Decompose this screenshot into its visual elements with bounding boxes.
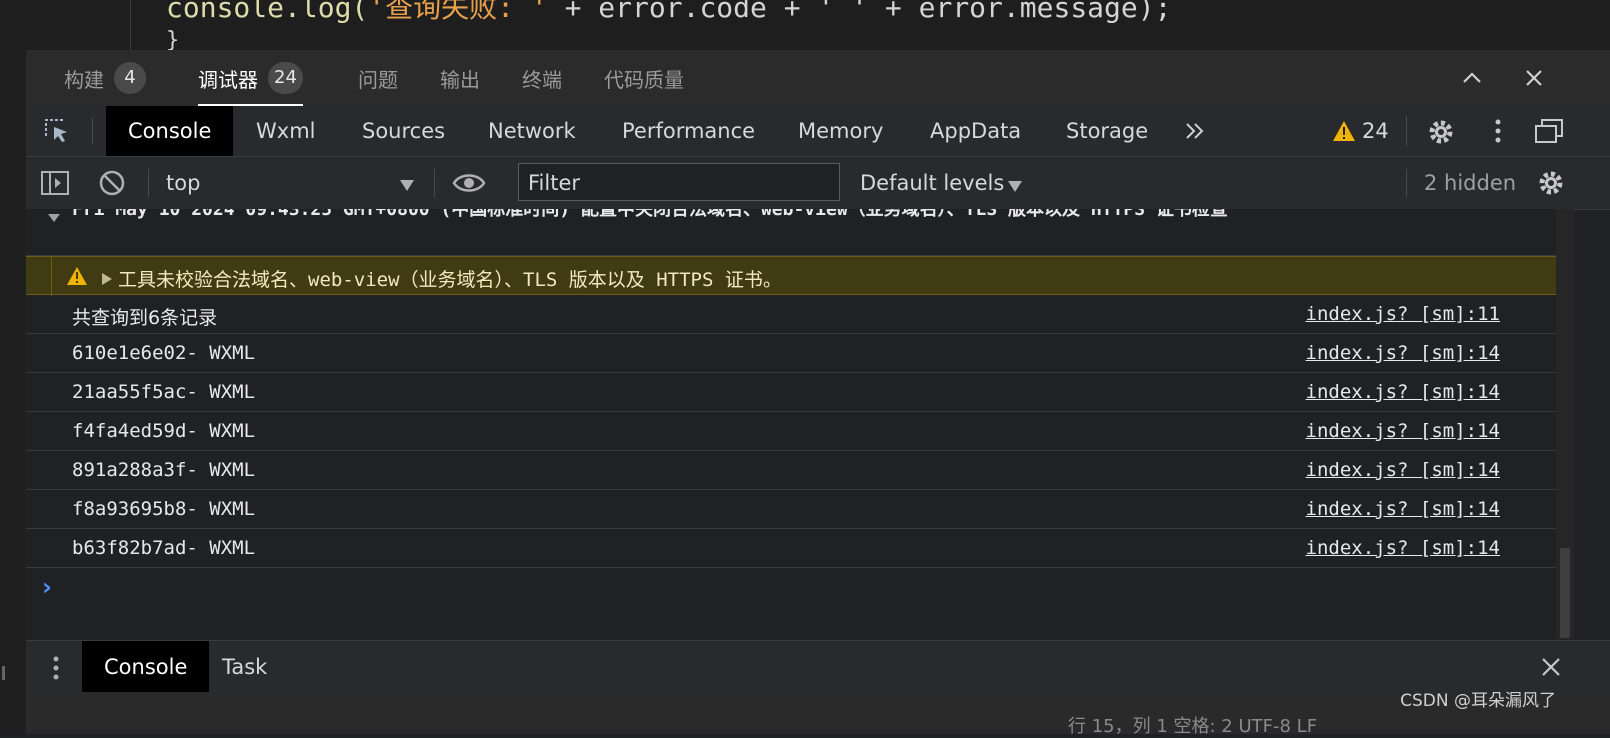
panel-tab-bar: 构建 4 调试器 24 问题 输出 终端 代码质量 — [26, 50, 1610, 106]
close-drawer-icon[interactable] — [1540, 656, 1562, 678]
list-item: f8a93695b8- WXML index.js? [sm]:14 — [26, 490, 1556, 529]
code-rest: + error.code + ' ' + error.message); — [547, 0, 1172, 24]
caret-down-icon[interactable] — [48, 209, 60, 222]
code-editor-strip: console.log('查询失败: ' + error.code + ' ' … — [26, 0, 1610, 50]
status-bar — [26, 692, 1610, 734]
group-header-text: Fri May 10 2024 09:43:25 GMT+0800 (中国标准时… — [72, 209, 1228, 220]
log-text: 21aa55f5ac- WXML — [72, 381, 256, 403]
close-panel-icon[interactable] — [1520, 64, 1548, 92]
source-link[interactable]: index.js? [sm]:14 — [1306, 381, 1500, 403]
log-text: f8a93695b8- WXML — [72, 498, 256, 520]
console-warning-row[interactable]: 工具未校验合法域名、web-view（业务域名）、TLS 版本以及 HTTPS … — [26, 256, 1556, 296]
gutter-marker — [2, 666, 5, 680]
tab-appdata[interactable]: AppData — [908, 106, 1043, 156]
source-link[interactable]: index.js? [sm]:14 — [1306, 342, 1500, 364]
tab-console[interactable]: Console — [106, 106, 234, 156]
left-gutter — [0, 0, 26, 734]
tab-label: 输出 — [440, 67, 480, 92]
watermark: CSDN @耳朵漏风了 — [1400, 691, 1556, 711]
tab-output[interactable]: 输出 — [440, 50, 480, 106]
tab-code-quality[interactable]: 代码质量 — [604, 50, 684, 106]
log-text: 610e1e6e02- WXML — [72, 342, 256, 364]
kebab-menu-icon[interactable] — [1488, 116, 1508, 146]
caret-down-icon[interactable] — [400, 177, 414, 191]
gear-icon[interactable] — [1426, 117, 1456, 147]
status-fragment: 行 15，列 1 空格: 2 UTF-8 LF — [1068, 716, 1318, 737]
divider — [92, 118, 93, 144]
code-fn: console.log( — [166, 0, 369, 24]
divider — [434, 169, 435, 197]
source-link[interactable]: index.js? [sm]:11 — [1306, 303, 1500, 325]
warning-icon — [66, 266, 88, 286]
console-group-header[interactable]: Fri May 10 2024 09:43:25 GMT+0800 (中国标准时… — [26, 209, 1556, 256]
code-brace: } — [166, 28, 180, 50]
eye-icon[interactable] — [452, 169, 486, 197]
tab-label: 调试器 — [198, 67, 258, 92]
log-text: b63f82b7ad- WXML — [72, 537, 256, 559]
console-toolbar: top Filter Default levels 2 hidden — [26, 157, 1610, 210]
console-settings-gear-icon[interactable] — [1536, 168, 1566, 198]
log-text: 891a288a3f- WXML — [72, 459, 256, 481]
divider — [148, 169, 149, 197]
log-levels-dropdown[interactable]: Default levels — [860, 157, 1004, 209]
caret-right-icon[interactable] — [102, 270, 112, 285]
source-link[interactable]: index.js? [sm]:14 — [1306, 537, 1500, 559]
devtools-tab-bar: Console Wxml Sources Network Performance… — [26, 106, 1610, 157]
tab-sources[interactable]: Sources — [340, 106, 467, 156]
hidden-count: 2 hidden — [1424, 171, 1517, 195]
warning-text: 工具未校验合法域名、web-view（业务域名）、TLS 版本以及 HTTPS … — [118, 269, 782, 291]
tab-label: 代码质量 — [604, 67, 684, 92]
log-text: 共查询到6条记录 — [72, 307, 218, 329]
warning-icon — [1332, 119, 1356, 143]
list-item: 共查询到6条记录 index.js? [sm]:11 — [26, 295, 1556, 334]
filter-input[interactable]: Filter — [518, 163, 840, 201]
scrollbar-thumb[interactable] — [1560, 548, 1570, 638]
tab-network[interactable]: Network — [466, 106, 598, 156]
group-indent-line — [51, 257, 52, 296]
drawer-tab-bar: Console Task — [26, 640, 1610, 693]
line-number-divider — [130, 0, 131, 50]
drawer-tab-task[interactable]: Task — [200, 641, 289, 693]
more-tabs-icon[interactable] — [1182, 118, 1208, 144]
tab-count-badge: 4 — [114, 62, 146, 94]
divider — [1406, 169, 1407, 197]
tab-debugger[interactable]: 调试器 24 — [198, 50, 303, 106]
tab-label: 问题 — [358, 67, 398, 92]
console-messages: Fri May 10 2024 09:43:25 GMT+0800 (中国标准时… — [26, 209, 1556, 639]
source-link[interactable]: index.js? [sm]:14 — [1306, 459, 1500, 481]
tab-count-badge: 24 — [268, 62, 303, 94]
warning-count[interactable]: 24 — [1362, 106, 1389, 156]
tab-performance[interactable]: Performance — [600, 106, 777, 156]
list-item: 610e1e6e02- WXML index.js? [sm]:14 — [26, 334, 1556, 373]
inspect-element-icon[interactable] — [42, 116, 72, 146]
tab-build[interactable]: 构建 4 — [64, 50, 146, 106]
caret-down-icon[interactable] — [1008, 178, 1022, 192]
tab-label: 终端 — [522, 67, 562, 92]
tab-memory[interactable]: Memory — [776, 106, 905, 156]
source-link[interactable]: index.js? [sm]:14 — [1306, 420, 1500, 442]
tab-terminal[interactable]: 终端 — [522, 50, 562, 106]
sidebar-toggle-icon[interactable] — [40, 169, 70, 197]
tab-storage[interactable]: Storage — [1044, 106, 1170, 156]
log-text: f4fa4ed59d- WXML — [72, 420, 256, 442]
tab-label: 构建 — [64, 67, 104, 92]
source-link[interactable]: index.js? [sm]:14 — [1306, 498, 1500, 520]
undock-icon[interactable] — [1534, 117, 1564, 145]
tab-problems[interactable]: 问题 — [358, 50, 398, 106]
divider — [1406, 116, 1407, 146]
list-item: f4fa4ed59d- WXML index.js? [sm]:14 — [26, 412, 1556, 451]
list-item: 21aa55f5ac- WXML index.js? [sm]:14 — [26, 373, 1556, 412]
chevron-up-icon[interactable] — [1458, 64, 1486, 92]
tab-wxml[interactable]: Wxml — [234, 106, 337, 156]
context-selector[interactable]: top — [166, 157, 200, 209]
list-item: b63f82b7ad- WXML index.js? [sm]:14 — [26, 529, 1556, 568]
console-prompt[interactable]: › — [42, 573, 52, 601]
clear-console-icon[interactable] — [98, 169, 126, 197]
code-string: '查询失败: ' — [368, 0, 548, 24]
list-item: 891a288a3f- WXML index.js? [sm]:14 — [26, 451, 1556, 490]
drawer-menu-icon[interactable] — [48, 654, 64, 682]
code-line: console.log('查询失败: ' + error.code + ' ' … — [166, 0, 1171, 26]
drawer-tab-console[interactable]: Console — [82, 641, 210, 693]
